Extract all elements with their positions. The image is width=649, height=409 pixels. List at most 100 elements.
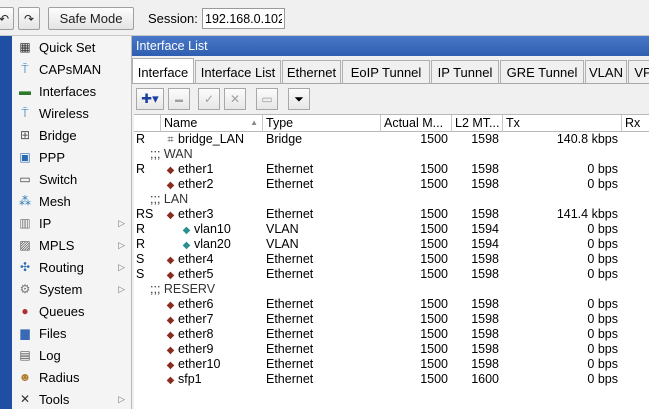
table-row[interactable]: S Ethernet 1500 1598 0 bps ◆ ether4: [134, 252, 649, 267]
col-header-tx[interactable]: Tx: [503, 115, 622, 132]
ip-icon: ▥: [19, 216, 31, 230]
name-cell: ⌗ bridge_LAN: [163, 132, 261, 147]
sidebar-item-queues[interactable]: ● Queues: [12, 300, 131, 322]
comment-text: ;;; LAN: [150, 192, 189, 206]
session-input[interactable]: [202, 8, 285, 29]
l2-mtu-cell: 1594: [471, 237, 499, 251]
filter-button[interactable]: ⏷: [288, 88, 310, 110]
undo-button[interactable]: ↶: [0, 7, 14, 30]
quickset-icon: ▦: [19, 40, 31, 54]
col-header-name-label: Name: [164, 116, 198, 130]
add-button[interactable]: ✚▾: [136, 88, 164, 110]
table-row[interactable]: RS Ethernet 1500 1598 141.4 kbps ◆ ether3: [134, 207, 649, 222]
sidebar-item-wireless[interactable]: ⍑ Wireless: [12, 102, 131, 124]
sidebar-item-files[interactable]: ▆ Files: [12, 322, 131, 344]
type-cell: Ethernet: [266, 267, 314, 281]
sidebar-item-mesh[interactable]: ⁂ Mesh: [12, 190, 131, 212]
type-cell: Ethernet: [266, 312, 314, 326]
l2-mtu-cell: 1600: [471, 372, 499, 386]
flags-cell: S: [136, 267, 145, 281]
tab-vp[interactable]: VP: [628, 60, 649, 83]
table-row[interactable]: R VLAN 1500 1594 0 bps ◆ vlan10: [134, 222, 649, 237]
table-row[interactable]: Ethernet 1500 1598 0 bps ◆ ether2: [134, 177, 649, 192]
col-header-l2-mtu[interactable]: L2 MT...: [452, 115, 503, 132]
name-cell: ◆ ether9: [163, 342, 261, 357]
sidebar-item-ppp[interactable]: ▣ PPP: [12, 146, 131, 168]
sidebar-item-system[interactable]: ⚙ System ▷: [12, 278, 131, 300]
sidebar-item-label: Tools: [39, 391, 70, 407]
name-cell: ◆ ether4: [163, 252, 261, 267]
col-header-flags[interactable]: [134, 115, 161, 132]
comment-button[interactable]: ▭: [256, 88, 278, 110]
type-cell: Bridge: [266, 132, 303, 146]
tab-gre-tunnel[interactable]: GRE Tunnel: [500, 60, 584, 83]
disable-button[interactable]: ✕: [224, 88, 246, 110]
table-row[interactable]: Ethernet 1500 1598 0 bps ◆ ether10: [134, 357, 649, 372]
undo-icon: ↶: [0, 11, 10, 26]
interface-name: ether10: [178, 357, 221, 371]
interface-name: vlan10: [194, 222, 231, 236]
sidebar-item-capsman[interactable]: ⍑ CAPsMAN: [12, 58, 131, 80]
col-header-type[interactable]: Type: [263, 115, 381, 132]
sidebar-item-routing[interactable]: ✣ Routing ▷: [12, 256, 131, 278]
sidebar-item-mpls[interactable]: ▨ MPLS ▷: [12, 234, 131, 256]
tab-ip-tunnel[interactable]: IP Tunnel: [431, 60, 499, 83]
actual-mtu-cell: 1500: [420, 237, 448, 251]
sidebar-item-tools[interactable]: ✕ Tools ▷: [12, 388, 131, 409]
table-row[interactable]: Ethernet 1500 1598 0 bps ◆ ether9: [134, 342, 649, 357]
table-row[interactable]: S Ethernet 1500 1598 0 bps ◆ ether5: [134, 267, 649, 282]
table-row[interactable]: Ethernet 1500 1600 0 bps ◆ sfp1: [134, 372, 649, 387]
mpls-icon: ▨: [19, 238, 31, 252]
radius-icon: ☻: [18, 370, 32, 384]
tx-cell: 0 bps: [587, 297, 618, 311]
tab-interface[interactable]: Interface: [132, 58, 194, 83]
flags-cell: RS: [136, 207, 154, 221]
comment-row[interactable]: ;;; WAN: [134, 147, 649, 162]
ethernet-icon: ◆: [166, 315, 175, 326]
window-title[interactable]: Interface List: [132, 36, 649, 56]
comment-row[interactable]: ;;; RESERV: [134, 282, 649, 297]
tx-cell: 0 bps: [587, 312, 618, 326]
table-row[interactable]: R VLAN 1500 1594 0 bps ◆ vlan20: [134, 237, 649, 252]
redo-button[interactable]: ↷: [18, 7, 40, 30]
table-row[interactable]: R Ethernet 1500 1598 0 bps ◆ ether1: [134, 162, 649, 177]
sidebar-item-bridge[interactable]: ⊞ Bridge: [12, 124, 131, 146]
col-header-actual-mtu[interactable]: Actual M...: [381, 115, 452, 132]
tx-cell: 0 bps: [587, 222, 618, 236]
ethernet-icon: ◆: [166, 255, 175, 266]
tab-eoip-tunnel[interactable]: EoIP Tunnel: [342, 60, 430, 83]
type-cell: Ethernet: [266, 327, 314, 341]
table-row[interactable]: Ethernet 1500 1598 0 bps ◆ ether7: [134, 312, 649, 327]
type-cell: Ethernet: [266, 177, 314, 191]
tab-vlan[interactable]: VLAN: [585, 60, 627, 83]
sidebar-item-label: Queues: [39, 303, 85, 319]
col-header-rx[interactable]: Rx: [622, 115, 649, 132]
table-row[interactable]: R Bridge 1500 1598 140.8 kbps ⌗ bridge_LAN: [134, 132, 649, 147]
sidebar-item-radius[interactable]: ☻ Radius: [12, 366, 131, 388]
type-cell: Ethernet: [266, 357, 314, 371]
close-icon: ✕: [229, 92, 241, 106]
tab-interface-list[interactable]: Interface List: [195, 60, 281, 83]
sidebar-item-switch[interactable]: ▭ Switch: [12, 168, 131, 190]
mesh-icon: ⁂: [19, 194, 31, 208]
sidebar-item-quick-set[interactable]: ▦ Quick Set: [12, 36, 131, 58]
l2-mtu-cell: 1598: [471, 207, 499, 221]
safe-mode-button[interactable]: Safe Mode: [48, 7, 134, 30]
remove-button[interactable]: ▬: [168, 88, 190, 110]
queues-icon: ●: [21, 304, 29, 318]
col-header-name[interactable]: Name ▲: [161, 115, 263, 132]
table-row[interactable]: Ethernet 1500 1598 0 bps ◆ ether8: [134, 327, 649, 342]
sidebar-item-label: Quick Set: [39, 39, 96, 55]
interface-name: ether7: [178, 312, 214, 326]
name-cell: ◆ ether10: [163, 357, 261, 372]
table-row[interactable]: Ethernet 1500 1598 0 bps ◆ ether6: [134, 297, 649, 312]
tab-ethernet[interactable]: Ethernet: [282, 60, 341, 83]
actual-mtu-cell: 1500: [420, 267, 448, 281]
sidebar-item-interfaces[interactable]: ▬ Interfaces: [12, 80, 131, 102]
sidebar-item-ip[interactable]: ▥ IP ▷: [12, 212, 131, 234]
comment-row[interactable]: ;;; LAN: [134, 192, 649, 207]
ethernet-icon: ◆: [166, 210, 175, 221]
ethernet-icon: ◆: [166, 375, 175, 386]
sidebar-item-log[interactable]: ▤ Log: [12, 344, 131, 366]
enable-button[interactable]: ✓: [198, 88, 220, 110]
